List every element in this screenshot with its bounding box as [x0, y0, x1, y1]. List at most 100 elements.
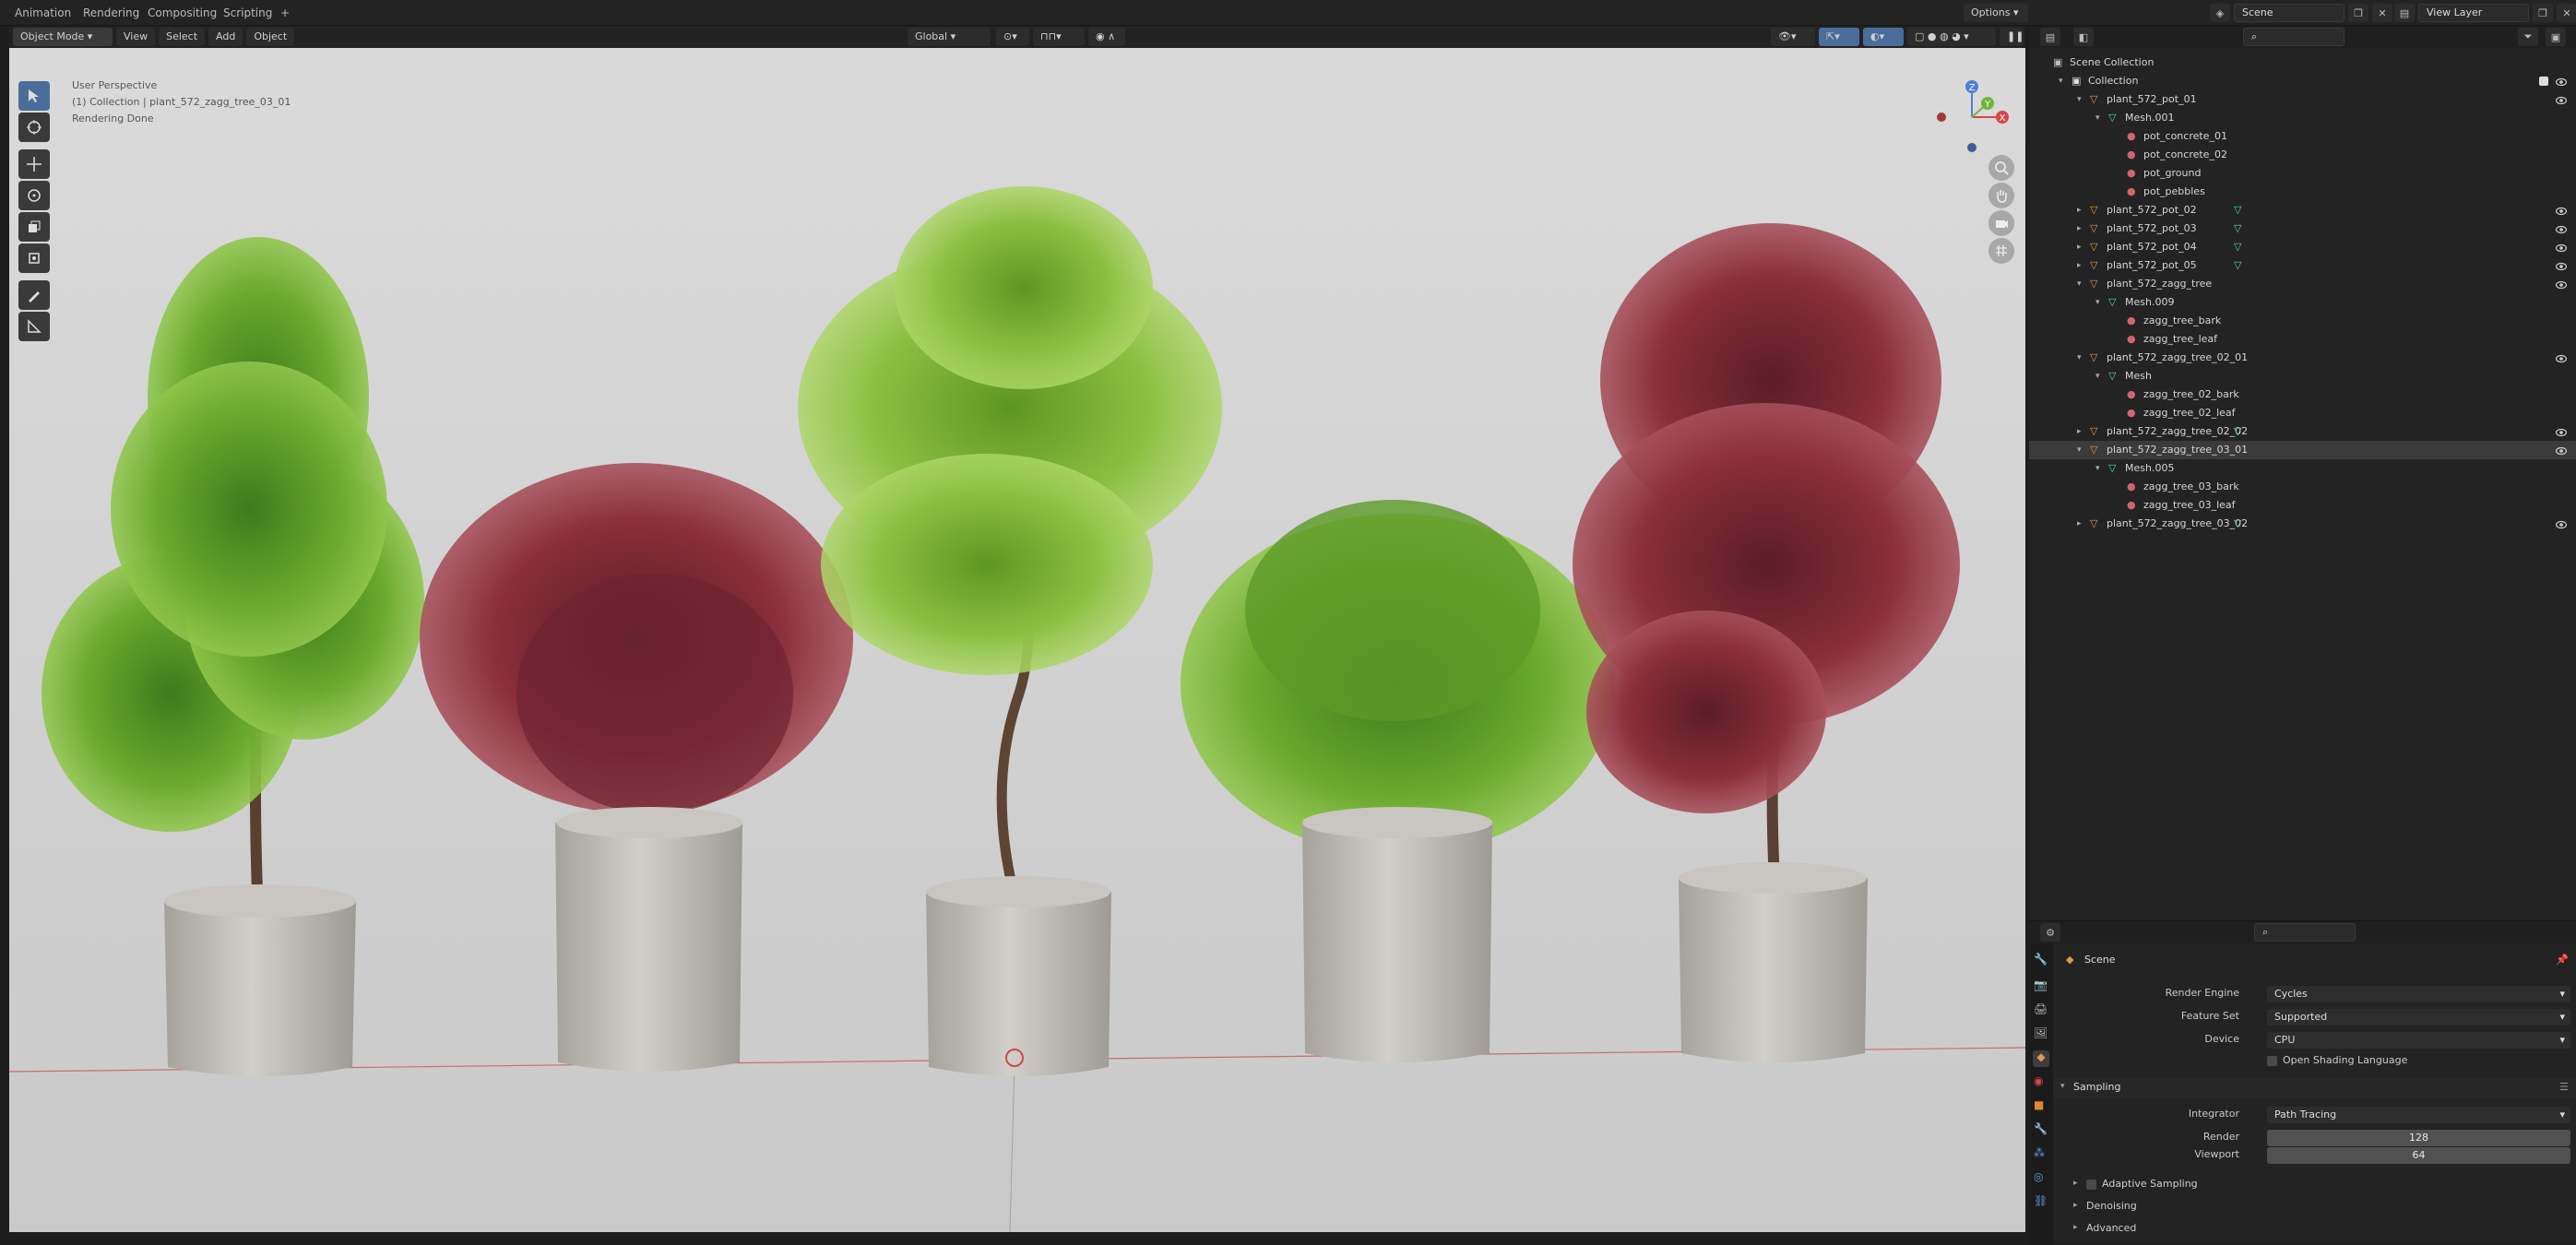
- pivot-icon[interactable]: ⊙▾: [996, 28, 1029, 46]
- camera-icon[interactable]: [1988, 210, 2014, 236]
- object-mode-dropdown[interactable]: Object Mode ▾: [13, 28, 113, 46]
- world-tab-icon[interactable]: ◉: [2034, 1074, 2043, 1087]
- modifier-tab-icon[interactable]: 🔧: [2034, 1122, 2048, 1135]
- 3d-viewport[interactable]: User Perspective (1) Collection | plant_…: [9, 48, 2025, 1232]
- visibility-eye-icon[interactable]: [2555, 518, 2568, 529]
- navigation-gizmo[interactable]: Z Y X: [1930, 76, 2013, 159]
- outliner-row[interactable]: ▸ ▽ plant_572_pot_03 ▽: [2029, 219, 2576, 238]
- properties-search-input[interactable]: ⌕: [2254, 923, 2356, 942]
- view-layer-icon[interactable]: ▤: [2394, 4, 2415, 22]
- proportional-edit-icon[interactable]: ◉ ∧: [1088, 28, 1125, 46]
- options-dropdown[interactable]: Options ▾: [1964, 4, 2028, 22]
- outliner-row[interactable]: ● zagg_tree_03_leaf: [2029, 496, 2576, 515]
- select-box-tool[interactable]: [18, 81, 50, 111]
- expand-arrow-icon[interactable]: ▸: [2077, 422, 2082, 441]
- snap-icon[interactable]: ⊓⊓▾: [1033, 28, 1085, 46]
- collapse-arrow-icon[interactable]: ▾: [2095, 367, 2100, 385]
- scene-name-field[interactable]: Scene: [2234, 4, 2345, 22]
- collapse-arrow-icon[interactable]: ▾: [2077, 275, 2082, 293]
- menu-object[interactable]: Object: [246, 28, 295, 46]
- outliner-row[interactable]: ▾ ▽ plant_572_zagg_tree: [2029, 275, 2576, 293]
- measure-tool[interactable]: [18, 312, 50, 341]
- view-layer-tab-icon[interactable]: 🖼: [2034, 1026, 2048, 1039]
- view-layer-field[interactable]: View Layer: [2418, 4, 2529, 22]
- device-dropdown[interactable]: CPU ▾: [2267, 1032, 2570, 1049]
- outliner-row[interactable]: ▣ Scene Collection: [2029, 53, 2576, 72]
- outliner-row[interactable]: ▾ ▽ plant_572_pot_01: [2029, 90, 2576, 109]
- transform-tool[interactable]: [18, 243, 50, 273]
- outliner-row[interactable]: ● zagg_tree_bark: [2029, 312, 2576, 330]
- outliner-row[interactable]: ● zagg_tree_leaf: [2029, 330, 2576, 349]
- zoom-icon[interactable]: [1988, 155, 2014, 181]
- scene-icon[interactable]: ◈: [2210, 4, 2230, 22]
- outliner-row[interactable]: ● zagg_tree_02_leaf: [2029, 404, 2576, 422]
- visibility-eye-icon[interactable]: [2555, 426, 2568, 437]
- outliner-row[interactable]: ▾ ▽ Mesh.005: [2029, 459, 2576, 478]
- tab-animation[interactable]: Animation: [7, 4, 78, 22]
- render-tab-icon[interactable]: 📷: [2034, 978, 2048, 991]
- overlay-toggle-icon[interactable]: ◐▾: [1863, 28, 1904, 46]
- outliner-row[interactable]: ▾ ▣ Collection: [2029, 72, 2576, 90]
- particles-tab-icon[interactable]: ⁂: [2034, 1146, 2045, 1159]
- visibility-eye-icon[interactable]: [2555, 205, 2568, 216]
- outliner-row[interactable]: ▸ ▽ plant_572_pot_04 ▽: [2029, 238, 2576, 256]
- close-icon[interactable]: ✕: [2372, 4, 2392, 22]
- copy-layer-icon[interactable]: ❐: [2533, 4, 2553, 22]
- cursor-tool[interactable]: [18, 113, 50, 142]
- display-mode-icon[interactable]: ◧: [2073, 28, 2094, 46]
- expand-arrow-icon[interactable]: ▸: [2077, 515, 2082, 533]
- outliner-row[interactable]: ▸ ▽ plant_572_zagg_tree_03_02 ▽: [2029, 515, 2576, 533]
- orientation-dropdown[interactable]: Global ▾: [908, 28, 991, 46]
- physics-tab-icon[interactable]: ◎: [2034, 1170, 2043, 1183]
- outliner-row[interactable]: ▸ ▽ plant_572_pot_02 ▽: [2029, 201, 2576, 219]
- adaptive-sampling-row[interactable]: ▸ Adaptive Sampling: [2053, 1175, 2576, 1195]
- menu-select[interactable]: Select: [159, 28, 206, 46]
- denoising-row[interactable]: ▸ Denoising: [2053, 1197, 2576, 1217]
- exclude-checkbox[interactable]: [2539, 77, 2548, 86]
- collapse-arrow-icon[interactable]: ▾: [2077, 441, 2082, 459]
- expand-arrow-icon[interactable]: ▸: [2077, 238, 2082, 256]
- collapse-arrow-icon[interactable]: ▾: [2059, 72, 2063, 90]
- outliner-search-input[interactable]: ⌕: [2243, 28, 2345, 46]
- osl-checkbox[interactable]: [2267, 1056, 2277, 1066]
- pause-icon[interactable]: ❚❚: [2000, 28, 2024, 46]
- outliner-row[interactable]: ● pot_concrete_01: [2029, 127, 2576, 146]
- rotate-tool[interactable]: [18, 181, 50, 210]
- menu-view[interactable]: View: [116, 28, 156, 46]
- visibility-eye-icon[interactable]: [2555, 445, 2568, 456]
- annotate-tool[interactable]: [18, 280, 50, 310]
- visibility-icon[interactable]: 👁▾: [1771, 28, 1815, 46]
- output-tab-icon[interactable]: 🖨: [2034, 1002, 2048, 1015]
- render-engine-dropdown[interactable]: Cycles ▾: [2267, 986, 2570, 1002]
- close-icon[interactable]: ✕: [2557, 4, 2576, 22]
- tab-scripting[interactable]: Scripting: [216, 4, 279, 22]
- tab-compositing[interactable]: Compositing: [140, 4, 224, 22]
- pin-icon[interactable]: 📌: [2556, 954, 2569, 966]
- tab-rendering[interactable]: Rendering: [76, 4, 147, 22]
- sampling-section-header[interactable]: ▾ Sampling ☰: [2053, 1078, 2576, 1098]
- outliner-row[interactable]: ▾ ▽ Mesh.001: [2029, 109, 2576, 127]
- collapse-arrow-icon[interactable]: ▾: [2077, 90, 2082, 109]
- filter-icon[interactable]: ⏷: [2518, 28, 2538, 46]
- adaptive-sampling-checkbox[interactable]: [2086, 1180, 2096, 1190]
- feature-set-dropdown[interactable]: Supported ▾: [2267, 1009, 2570, 1026]
- constraints-tab-icon[interactable]: ⛓: [2034, 1194, 2048, 1207]
- grid-icon[interactable]: [1988, 238, 2014, 264]
- collapse-arrow-icon[interactable]: ▾: [2095, 109, 2100, 127]
- menu-add[interactable]: Add: [208, 28, 243, 46]
- outliner-row[interactable]: ▾ ▽ Mesh.009: [2029, 293, 2576, 312]
- collapse-arrow-icon[interactable]: ▾: [2077, 349, 2082, 367]
- presets-icon[interactable]: ☰: [2559, 1081, 2569, 1093]
- editor-type-icon[interactable]: ⚙: [2040, 923, 2060, 942]
- outliner-row[interactable]: ▾ ▽ plant_572_zagg_tree_02_01: [2029, 349, 2576, 367]
- new-collection-icon[interactable]: ▣: [2546, 28, 2566, 46]
- expand-arrow-icon[interactable]: ▸: [2077, 256, 2082, 275]
- outliner-row[interactable]: ▾ ▽ plant_572_zagg_tree_03_01: [2029, 441, 2576, 459]
- tool-tab-icon[interactable]: 🔧: [2034, 953, 2048, 966]
- render-samples-field[interactable]: 128: [2267, 1130, 2570, 1146]
- visibility-eye-icon[interactable]: [2555, 223, 2568, 234]
- outliner-row[interactable]: ● zagg_tree_03_bark: [2029, 478, 2576, 496]
- outliner-row[interactable]: ● zagg_tree_02_bark: [2029, 385, 2576, 404]
- visibility-eye-icon[interactable]: [2555, 260, 2568, 271]
- outliner-row[interactable]: ● pot_ground: [2029, 164, 2576, 183]
